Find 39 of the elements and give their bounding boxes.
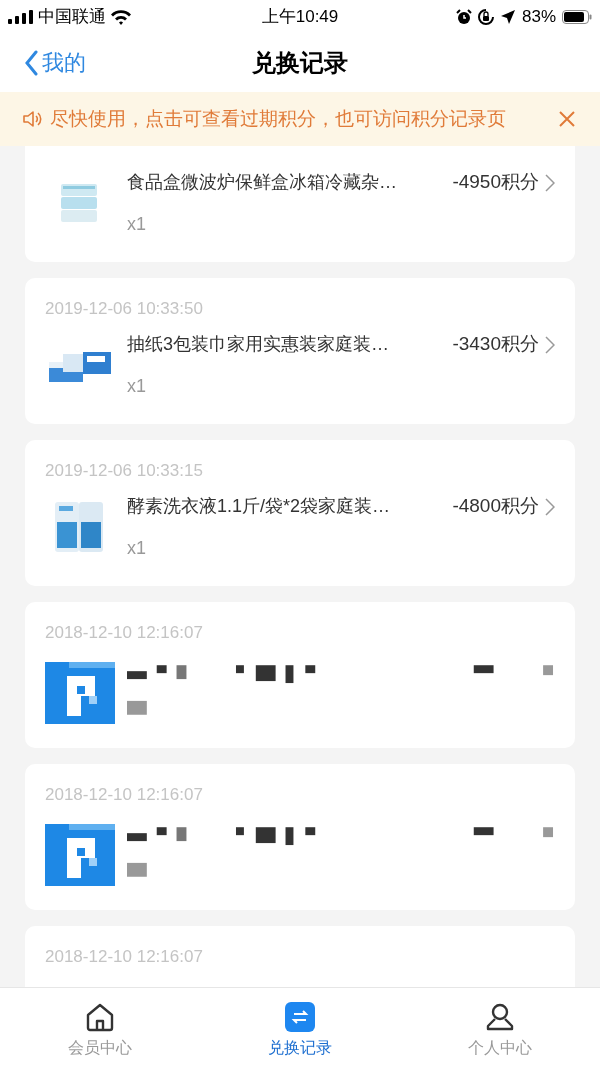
- rotation-lock-icon: [477, 9, 494, 25]
- speaker-icon: [22, 109, 42, 129]
- home-icon: [85, 1002, 115, 1032]
- battery-icon: [562, 10, 592, 24]
- record-time: 2019-12-06 10:33:50: [45, 298, 204, 320]
- product-name: 抽纸3包装巾家用实惠装家庭装…: [127, 333, 390, 356]
- battery-percent: 83%: [521, 6, 556, 29]
- record-card[interactable]: 食品盒微波炉保鲜盒冰箱冷藏杂… -4950积分 x1: [25, 146, 575, 262]
- points-amount: -4950积分: [452, 170, 539, 195]
- alarm-icon: [455, 9, 472, 25]
- wifi-icon: [110, 9, 132, 25]
- record-time: 2019-12-06 10:33:15: [45, 460, 204, 482]
- record-time: 2018-12-10 12:16:07: [45, 784, 204, 806]
- points-amount: -3430积分: [452, 332, 539, 357]
- chevron-right-icon: [545, 497, 555, 516]
- signal-icon: [8, 10, 34, 24]
- page-title: 兑换记录: [252, 48, 348, 78]
- location-arrow-icon: [499, 9, 516, 25]
- clock-time: 上午10:49: [261, 6, 339, 29]
- record-card[interactable]: 2019-12-06 10:33:50 抽纸3包装巾家用实惠装家庭装… -3430积分 x1: [25, 278, 575, 424]
- product-name: 酵素洗衣液1.1斤/袋*2袋家庭装…: [127, 495, 392, 518]
- points-amount: -4800积分: [452, 494, 539, 519]
- record-card[interactable]: 2019-12-06 10:33:15 酵素洗衣液1.1斤/袋*2袋家庭装… -4800积分 x1: [25, 440, 575, 586]
- product-name: 食品盒微波炉保鲜盒冰箱冷藏杂…: [127, 171, 398, 194]
- swap-icon: [285, 1002, 315, 1032]
- record-time: 2018-12-10 12:16:07: [45, 946, 204, 968]
- carrier-name: 中国联通: [38, 6, 106, 29]
- quantity: x1: [127, 212, 147, 236]
- back-button[interactable]: 我的: [24, 46, 86, 79]
- tab-item[interactable]: 会员中心: [0, 988, 200, 1067]
- quantity: x1: [127, 536, 147, 560]
- chevron-right-icon: [545, 173, 555, 192]
- person-icon: [485, 1002, 515, 1032]
- tab-item[interactable]: 个人中心: [400, 988, 600, 1067]
- tab-item[interactable]: 兑换记录: [200, 988, 400, 1067]
- record-time: 2018-12-10 12:16:07: [45, 622, 204, 644]
- chevron-right-icon: [545, 335, 555, 354]
- chevron-left-icon: [24, 49, 38, 76]
- quantity: x1: [127, 374, 147, 398]
